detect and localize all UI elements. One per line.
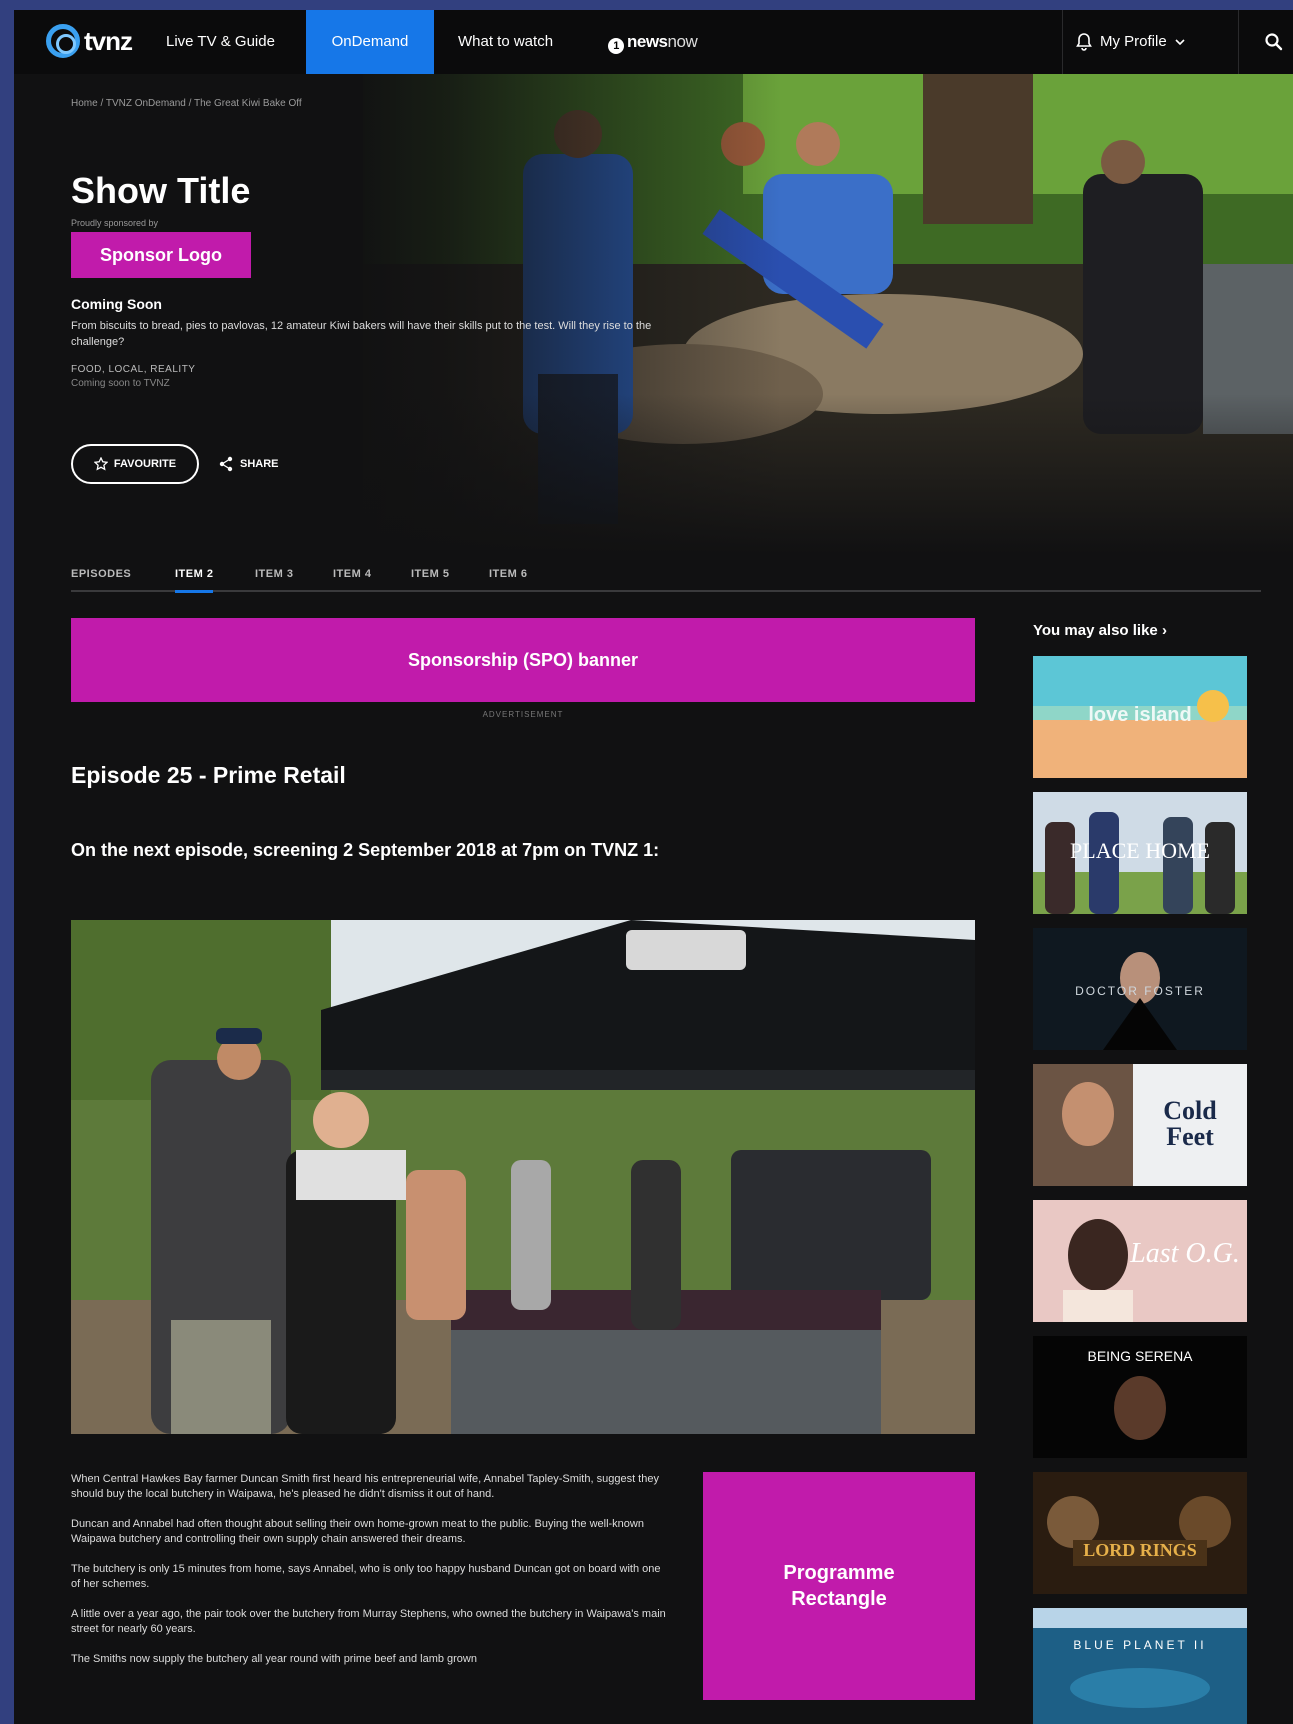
- logo-text: tvnz: [84, 25, 133, 56]
- programme-rectangle-label: Programme Rectangle: [783, 1562, 895, 1610]
- chevron-down-icon: [1175, 39, 1185, 45]
- my-profile-menu[interactable]: My Profile: [1076, 10, 1185, 74]
- newsnow-bold: news: [627, 32, 668, 51]
- tab-item-5[interactable]: ITEM 5: [411, 568, 449, 580]
- show-description: From biscuits to bread, pies to pavlovas…: [71, 320, 652, 348]
- page-frame: tvnz Live TV & Guide OnDemand What to wa…: [14, 10, 1293, 1724]
- tab-episodes[interactable]: EPISODES: [71, 568, 131, 580]
- recommendation-thumb[interactable]: BEING SERENA: [1033, 1336, 1247, 1458]
- episode-title: Episode 25 - Prime Retail: [71, 762, 346, 788]
- thumb-title: BLUE PLANET II: [1073, 1638, 1207, 1652]
- thumb-title: Cold Feet: [1163, 1096, 1217, 1151]
- my-profile-label: My Profile: [1100, 33, 1167, 50]
- body-paragraph: Duncan and Annabel had often thought abo…: [71, 1518, 644, 1545]
- page-title: Show Title: [71, 170, 251, 211]
- body-paragraph: A little over a year ago, the pair took …: [71, 1608, 666, 1635]
- nav-what-to-watch[interactable]: What to watch: [440, 10, 571, 74]
- tab-item-4[interactable]: ITEM 4: [333, 568, 371, 580]
- genre-list: FOOD, LOCAL, REALITY: [71, 364, 196, 375]
- recommendation-thumb[interactable]: BLUE PLANET II: [1033, 1608, 1247, 1724]
- programme-rectangle-ad[interactable]: Programme Rectangle: [703, 1472, 975, 1700]
- status-label: Coming Soon: [71, 296, 162, 312]
- thumb-image: [1033, 1608, 1247, 1724]
- advertisement-label: ADVERTISEMENT: [482, 710, 564, 719]
- body-paragraph: The butchery is only 15 minutes from hom…: [71, 1563, 661, 1590]
- episode-image: [71, 920, 975, 1434]
- share-button[interactable]: SHARE: [218, 452, 279, 476]
- tab-item-3[interactable]: ITEM 3: [255, 568, 293, 580]
- tvnz-logo-icon: [46, 24, 80, 58]
- sponsor-logo[interactable]: Sponsor Logo: [71, 232, 251, 278]
- favourite-button[interactable]: FAVOURITE: [71, 444, 199, 484]
- you-may-also-like-heading[interactable]: You may also like ›: [1033, 622, 1167, 639]
- tvnz-logo[interactable]: tvnz: [46, 24, 133, 58]
- availability-note: Coming soon to TVNZ: [71, 378, 170, 389]
- nav-newsnow[interactable]: 1 newsnow: [590, 10, 715, 74]
- sponsored-by-label: Proudly sponsored by: [71, 218, 159, 228]
- thumb-title: DOCTOR FOSTER: [1075, 984, 1205, 998]
- nav-divider: [1062, 10, 1063, 74]
- thumb-title: love island: [1088, 704, 1192, 726]
- tab-item-2[interactable]: ITEM 2: [175, 568, 214, 593]
- nav-divider: [1238, 10, 1239, 74]
- body-paragraph: When Central Hawkes Bay farmer Duncan Sm…: [71, 1473, 659, 1500]
- sponsorship-banner[interactable]: Sponsorship (SPO) banner: [71, 618, 975, 702]
- next-episode-heading: On the next episode, screening 2 Septemb…: [71, 840, 660, 860]
- bell-icon: [1076, 33, 1092, 51]
- thumb-title: BEING SERENA: [1087, 1348, 1193, 1364]
- nav-ondemand[interactable]: OnDemand: [306, 10, 434, 74]
- tab-item-6[interactable]: ITEM 6: [489, 568, 527, 580]
- share-label: SHARE: [240, 458, 279, 470]
- favourite-label: FAVOURITE: [113, 458, 177, 470]
- body-paragraph: The Smiths now supply the butchery all y…: [71, 1653, 477, 1665]
- chevron-right-icon: ›: [1161, 622, 1167, 639]
- recommendation-thumb[interactable]: love island: [1033, 656, 1247, 778]
- search-icon[interactable]: [1264, 32, 1284, 52]
- thumb-title: LORD RINGS: [1083, 1540, 1197, 1560]
- show-hero: Home / TVNZ OnDemand / The Great Kiwi Ba…: [14, 74, 1293, 554]
- recommendation-thumb[interactable]: DOCTOR FOSTER: [1033, 928, 1247, 1050]
- hero-gradient-bottom: [14, 394, 1293, 554]
- breadcrumb[interactable]: Home / TVNZ OnDemand / The Great Kiwi Ba…: [71, 98, 302, 109]
- thumb-image: [1033, 1472, 1247, 1594]
- thumb-title: Last O.G.: [1130, 1238, 1240, 1269]
- also-like-label: You may also like: [1033, 622, 1158, 639]
- star-icon: [93, 457, 108, 471]
- top-nav: tvnz Live TV & Guide OnDemand What to wa…: [14, 10, 1293, 74]
- content-tabs: EPISODES ITEM 2 ITEM 3 ITEM 4 ITEM 5 ITE…: [71, 556, 1261, 593]
- episode-photo: [71, 920, 975, 1434]
- episode-body: When Central Hawkes Bay farmer Duncan Sm…: [71, 1472, 671, 1682]
- recommendation-thumb[interactable]: PLACE HOME: [1033, 792, 1247, 914]
- recommendation-thumb[interactable]: Cold Feet: [1033, 1064, 1247, 1186]
- nav-live-tv-guide[interactable]: Live TV & Guide: [148, 10, 293, 74]
- newsnow-light: now: [667, 32, 698, 51]
- thumb-title: PLACE HOME: [1070, 838, 1210, 863]
- recommendation-thumb[interactable]: Last O.G.: [1033, 1200, 1247, 1322]
- recommendation-thumb[interactable]: LORD RINGS: [1033, 1472, 1247, 1594]
- share-icon: [219, 456, 233, 472]
- newsnow-icon: 1: [608, 38, 624, 54]
